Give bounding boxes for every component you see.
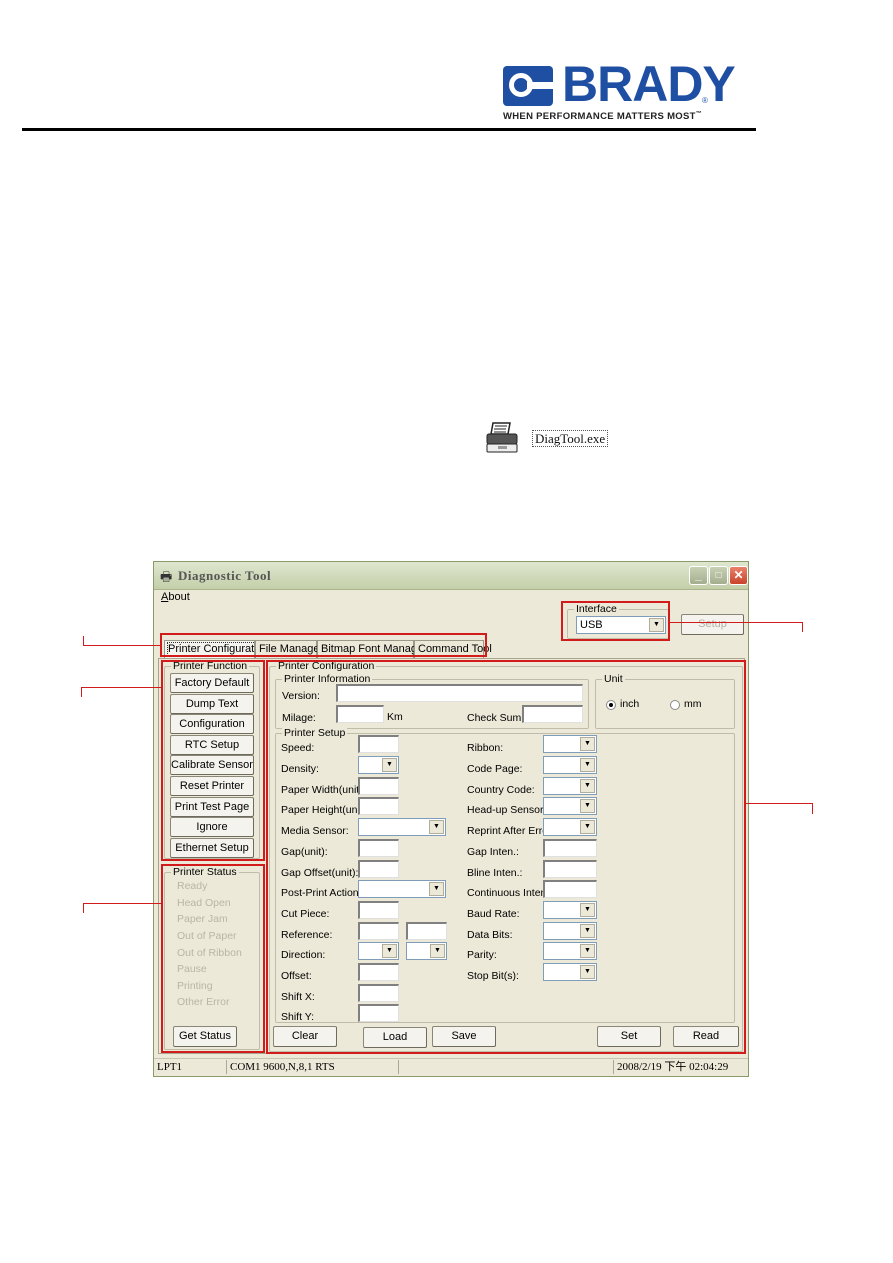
annotation-leader-status-tick — [83, 903, 84, 913]
title-bar[interactable]: 🖶 Diagnostic Tool _ □ ✕ — [154, 562, 748, 590]
brand-name: BRADY — [562, 56, 736, 112]
status-port: LPT1 — [157, 1061, 183, 1073]
window-title: Diagnostic Tool — [178, 568, 272, 583]
annotation-printer-function-box — [161, 660, 265, 861]
header-divider — [22, 128, 756, 131]
menu-about[interactable]: About — [161, 591, 190, 603]
registered-mark: ® — [702, 96, 708, 105]
brady-logo-mark — [503, 66, 553, 106]
annotation-leader-function-tick — [81, 687, 82, 697]
annotation-leader-interface-tick — [802, 622, 803, 632]
annotation-leader-configuration — [746, 803, 813, 804]
annotation-tabs-box — [160, 633, 487, 657]
annotation-leader-function — [81, 687, 161, 688]
exe-file-label[interactable]: DiagTool.exe — [532, 430, 609, 447]
printer-icon: 🖶 — [160, 569, 173, 584]
status-empty — [398, 1060, 612, 1074]
close-button[interactable]: ✕ — [729, 566, 748, 585]
annotation-leader-status — [83, 903, 161, 904]
annotation-printer-status-box — [161, 864, 265, 1053]
status-com-settings: COM1 9600,N,8,1 RTS — [226, 1060, 398, 1074]
annotation-leader-configuration-tick — [812, 803, 813, 814]
annotation-leader-tabs-tick — [83, 636, 84, 646]
status-bar: LPT1 COM1 9600,N,8,1 RTS 2008/2/19 下午 02… — [154, 1058, 748, 1076]
status-datetime: 2008/2/19 下午 02:04:29 — [613, 1060, 747, 1074]
annotation-printer-configuration-box — [266, 660, 746, 1054]
minimize-button[interactable]: _ — [689, 566, 708, 585]
annotation-leader-tabs — [83, 645, 160, 646]
setup-button[interactable]: Setup — [681, 614, 744, 635]
brand-tagline: WHEN PERFORMANCE MATTERS MOST™ — [503, 111, 703, 123]
printer-icon[interactable] — [484, 420, 520, 456]
maximize-button[interactable]: □ — [709, 566, 728, 585]
annotation-interface-box — [561, 601, 670, 641]
annotation-leader-interface — [670, 622, 803, 623]
